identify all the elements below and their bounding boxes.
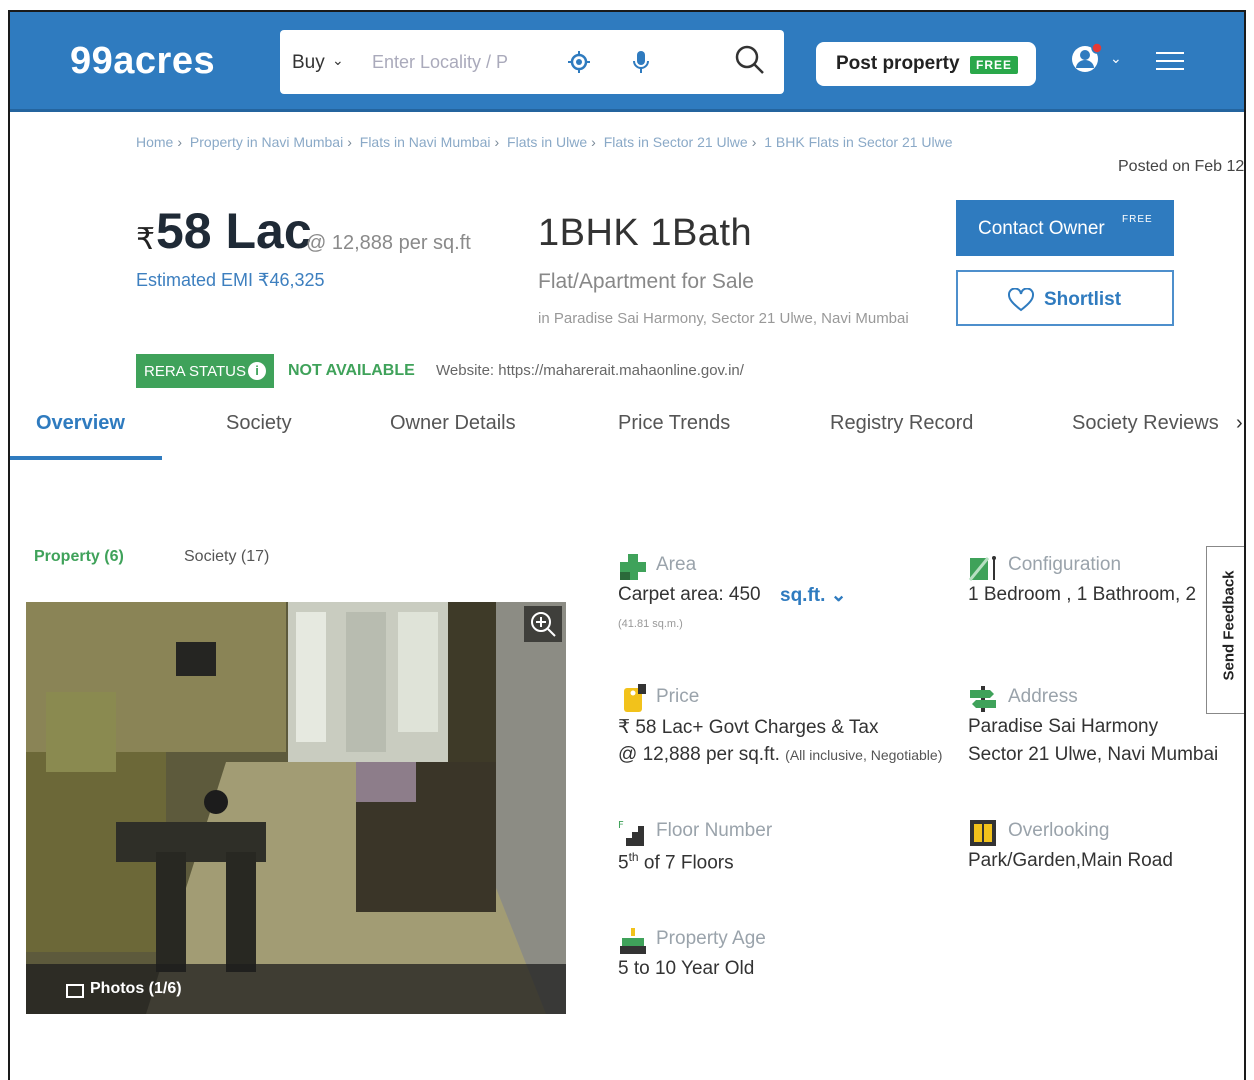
search-bar: Buy ⌄ — [280, 30, 784, 94]
contact-owner-label: Contact Owner — [978, 218, 1105, 239]
breadcrumb-item[interactable]: Flats in Ulwe — [507, 134, 587, 150]
listing-configuration: 1BHK 1Bath — [538, 212, 753, 254]
rera-status-value: NOT AVAILABLE — [288, 362, 415, 379]
search-icon[interactable] — [734, 44, 766, 76]
heart-icon — [1008, 288, 1034, 312]
photo-count: Photos (1/6) — [90, 980, 182, 997]
price-per-sqft: @ 12,888 per sq.ft — [306, 232, 471, 254]
address-label: Address — [1008, 686, 1078, 707]
floor-number: 5 — [618, 852, 629, 874]
breadcrumb-item[interactable]: Flats in Navi Mumbai — [360, 134, 491, 150]
free-badge: FREE — [970, 56, 1019, 74]
breadcrumb-item[interactable]: Home — [136, 134, 173, 150]
hamburger-menu-icon[interactable] — [1156, 52, 1184, 72]
svg-text:F: F — [618, 820, 624, 831]
shortlist-button[interactable]: Shortlist — [956, 270, 1174, 326]
active-tab-indicator — [10, 456, 162, 460]
post-property-label: Post property — [836, 53, 960, 74]
breadcrumb: Home › Property in Navi Mumbai › Flats in … — [136, 134, 953, 150]
window-view-icon — [970, 820, 996, 846]
mic-icon[interactable] — [632, 50, 650, 74]
floor-icon: F — [618, 820, 644, 846]
shortlist-label: Shortlist — [1044, 289, 1122, 310]
property-photo[interactable]: Photos (1/6) — [26, 602, 566, 1014]
top-navbar: 99acres Buy ⌄ Pos — [10, 12, 1244, 112]
area-label: Area — [656, 554, 697, 575]
page-frame: 99acres Buy ⌄ Pos — [8, 10, 1246, 1080]
chevron-down-icon: ⌄ — [830, 585, 847, 606]
signpost-icon — [970, 686, 996, 712]
price-note: (All inclusive, Negotiable) — [785, 747, 943, 763]
property-age-label: Property Age — [656, 928, 766, 949]
floor-total: of 7 Floors — [643, 852, 734, 874]
price-value: ₹ 58 Lac+ Govt Charges & Tax — [618, 717, 879, 738]
subtab-society-photos[interactable]: Society (17) — [184, 548, 269, 566]
rera-status-badge: RERA STATUS i — [136, 354, 274, 388]
tab-owner-details[interactable]: Owner Details — [390, 412, 516, 435]
address-line2: Sector 21 Ulwe, Navi Mumbai — [968, 744, 1219, 765]
estimated-emi-link[interactable]: Estimated EMI ₹46,325 — [136, 270, 325, 291]
rera-website[interactable]: Website: https://maharerait.mahaonline.g… — [436, 362, 744, 379]
posted-date: Posted on Feb 12 — [1118, 158, 1245, 175]
overlooking-label: Overlooking — [1008, 820, 1110, 841]
photo-count-bar[interactable]: Photos (1/6) — [26, 964, 566, 1014]
user-menu-chevron-icon[interactable]: ⌄ — [1110, 50, 1122, 67]
cake-icon — [620, 928, 646, 954]
post-property-button[interactable]: Post property FREE — [816, 42, 1036, 86]
info-icon[interactable]: i — [248, 362, 266, 380]
price-tag-icon — [624, 684, 646, 712]
search-input[interactable] — [372, 46, 532, 78]
floor-suffix: th — [628, 850, 639, 864]
contact-owner-button[interactable]: Contact Owner FREE — [956, 200, 1174, 256]
tab-overview[interactable]: Overview — [36, 412, 125, 435]
floor-label: Floor Number — [656, 820, 773, 841]
listing-price: 58 Lac — [156, 203, 312, 259]
subtab-property-photos[interactable]: Property (6) — [34, 548, 124, 566]
configuration-label: Configuration — [1008, 554, 1122, 575]
photo-icon — [66, 984, 84, 998]
area-icon — [620, 554, 646, 580]
currency-symbol: ₹ — [136, 223, 156, 256]
configuration-icon — [968, 556, 996, 581]
tabs-next-arrow-icon[interactable]: › — [1236, 412, 1243, 435]
floor-value: 5th of 7 Floors — [618, 850, 734, 874]
overlooking-value: Park/Garden,Main Road — [968, 850, 1173, 871]
area-unit-label: sq.ft. — [780, 585, 826, 606]
send-feedback-tab[interactable]: Send Feedback — [1206, 546, 1244, 714]
locate-icon[interactable] — [568, 51, 590, 73]
address-line1: Paradise Sai Harmony — [968, 716, 1159, 737]
search-mode-select[interactable]: Buy — [292, 52, 325, 74]
chevron-down-icon[interactable]: ⌄ — [332, 52, 344, 69]
tab-registry-record[interactable]: Registry Record — [830, 412, 973, 435]
property-type: Flat/Apartment for Sale — [538, 270, 754, 293]
rera-status-label: RERA STATUS — [144, 363, 246, 380]
area-sqm: (41.81 sq.m.) — [618, 618, 683, 630]
property-photo-image — [26, 602, 566, 1014]
site-logo[interactable]: 99acres — [70, 40, 215, 83]
tab-society-reviews[interactable]: Society Reviews — [1072, 412, 1219, 435]
tab-price-trends[interactable]: Price Trends — [618, 412, 730, 435]
zoom-in-icon[interactable] — [524, 606, 562, 642]
send-feedback-label: Send Feedback — [1220, 570, 1238, 681]
breadcrumb-item[interactable]: Property in Navi Mumbai — [190, 134, 343, 150]
price-per-sqft-detail: @ 12,888 per sq.ft. (All inclusive, Nego… — [618, 744, 942, 766]
free-badge: FREE — [1122, 214, 1153, 225]
breadcrumb-item[interactable]: Flats in Sector 21 Ulwe — [604, 134, 748, 150]
price-per-sqft-value: @ 12,888 per sq.ft. — [618, 744, 780, 765]
user-account-icon[interactable] — [1070, 42, 1104, 76]
price-label: Price — [656, 686, 700, 707]
area-unit-select[interactable]: sq.ft. ⌄ — [780, 584, 847, 607]
property-location: in Paradise Sai Harmony, Sector 21 Ulwe,… — [538, 310, 909, 327]
property-age-value: 5 to 10 Year Old — [618, 958, 755, 979]
breadcrumb-item[interactable]: 1 BHK Flats in Sector 21 Ulwe — [764, 134, 952, 150]
area-value: Carpet area: 450 — [618, 584, 761, 605]
tab-society[interactable]: Society — [226, 412, 292, 435]
section-tabs: Overview Society Owner Details Price Tre… — [10, 398, 1244, 460]
configuration-value: 1 Bedroom , 1 Bathroom, 2 — [968, 584, 1197, 605]
